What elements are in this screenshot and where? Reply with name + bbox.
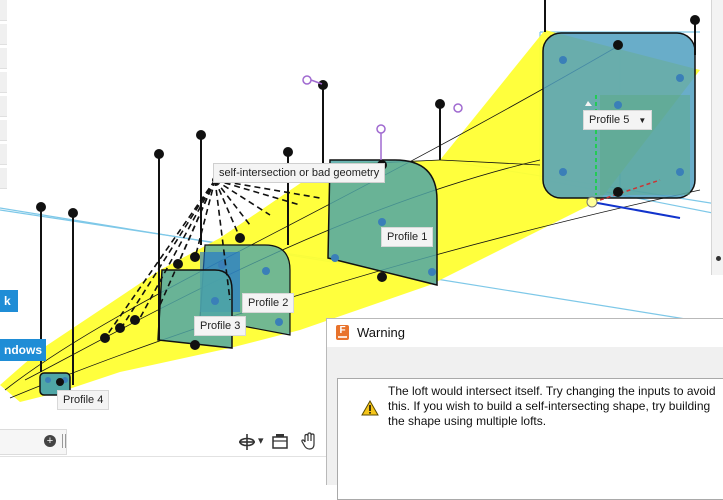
profile-2-label[interactable]: Profile 2 (242, 293, 295, 313)
purple-markers (302, 75, 463, 160)
browser-panel-row[interactable] (0, 144, 7, 165)
right-panel-edge[interactable] (711, 0, 723, 275)
navigation-bar (0, 456, 330, 485)
left-panel-tab-2[interactable]: ndows (0, 339, 46, 361)
panel-grip-icon[interactable] (62, 434, 66, 448)
warning-triangle-icon (361, 400, 379, 416)
orbit-icon[interactable] (238, 433, 256, 456)
browser-panel-row[interactable] (0, 120, 7, 141)
fusion-app-icon: F (336, 325, 349, 340)
left-panel-input[interactable]: + (0, 429, 67, 455)
display-settings-icon[interactable] (271, 433, 289, 456)
browser-panel-row[interactable] (0, 0, 7, 21)
profile-3-shape[interactable] (157, 269, 233, 349)
warning-title: Warning (357, 325, 405, 340)
warning-title-bar[interactable]: F Warning (327, 319, 723, 347)
left-panel-tab-1[interactable]: k (0, 290, 18, 312)
browser-panel-row[interactable] (0, 48, 7, 69)
warning-body: The loft would intersect itself. Try cha… (337, 378, 723, 500)
browser-panel-row[interactable] (0, 72, 7, 93)
orbit-caret-icon[interactable]: ▾ (258, 434, 264, 447)
dropdown-caret-icon[interactable]: ▼ (638, 116, 646, 125)
profile-4-label[interactable]: Profile 4 (57, 390, 110, 410)
browser-panel-row[interactable] (0, 96, 7, 117)
error-tooltip: self-intersection or bad geometry (213, 163, 386, 183)
right-panel-dot-icon[interactable] (716, 256, 721, 261)
profile-3-label[interactable]: Profile 3 (194, 316, 247, 336)
browser-panel-row[interactable] (0, 168, 7, 189)
profile-5-label-text: Profile 5 (589, 114, 630, 126)
browser-panel-row[interactable] (0, 24, 7, 45)
profile-5-label[interactable]: Profile 5 ▼ (583, 110, 653, 130)
pan-icon[interactable] (300, 432, 318, 456)
profile-1-label[interactable]: Profile 1 (381, 227, 434, 247)
warning-dialog[interactable]: F Warning The loft would intersect itsel… (326, 318, 723, 500)
add-icon[interactable]: + (44, 435, 56, 447)
warning-message: The loft would intersect itself. Try cha… (388, 384, 716, 428)
